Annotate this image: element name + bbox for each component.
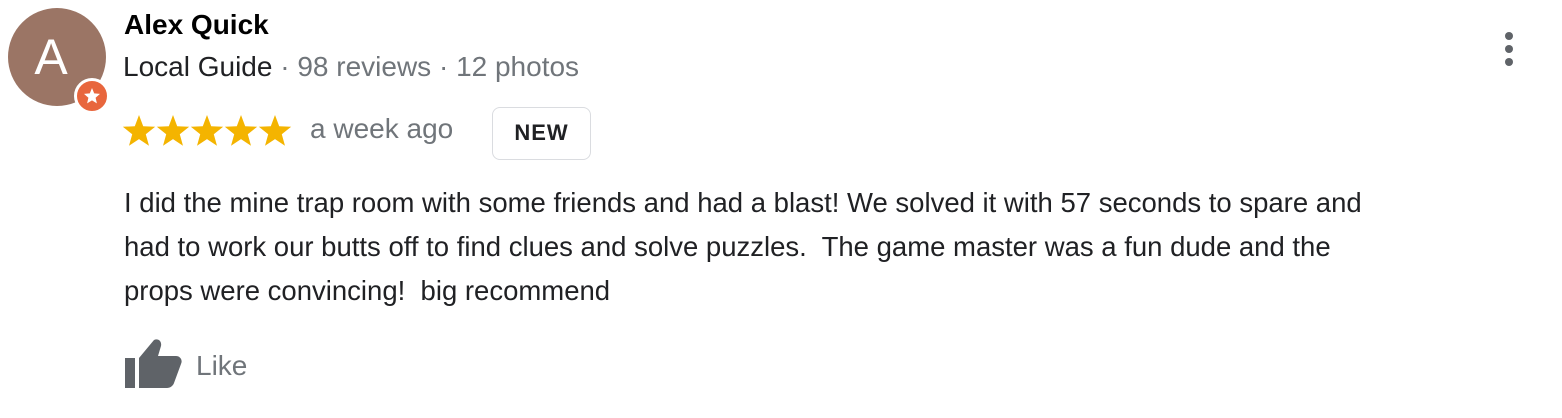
star-icon xyxy=(190,115,224,146)
local-guide-badge-icon xyxy=(74,78,110,114)
star-icon xyxy=(224,115,258,146)
more-vert-icon-dot xyxy=(1505,45,1513,53)
thumbs-up-icon xyxy=(125,339,182,388)
review-text: I did the mine trap room with some frien… xyxy=(124,187,1362,306)
more-vert-icon-dot xyxy=(1505,58,1513,66)
author-name[interactable]: Alex Quick xyxy=(124,9,269,41)
like-button[interactable]: Like xyxy=(120,334,270,390)
star-icon xyxy=(156,115,190,146)
star-rating xyxy=(122,115,292,146)
star-icon xyxy=(122,115,156,146)
like-label: Like xyxy=(196,350,248,381)
local-guide-label: Local Guide xyxy=(123,51,273,82)
review-time: a week ago xyxy=(310,113,454,144)
author-meta: Local Guide · 98 reviews · 12 photos xyxy=(123,51,579,83)
star-icon xyxy=(84,88,100,104)
meta-separator: · xyxy=(272,51,298,82)
star-icon xyxy=(258,115,292,146)
more-options-button[interactable] xyxy=(1492,26,1526,70)
photos-count: 12 photos xyxy=(456,51,580,82)
reviews-count: 98 reviews xyxy=(297,51,432,82)
more-vert-icon xyxy=(1505,32,1513,40)
avatar[interactable]: A xyxy=(8,8,110,114)
meta-separator: · xyxy=(431,51,457,82)
new-badge: NEW xyxy=(492,107,591,160)
